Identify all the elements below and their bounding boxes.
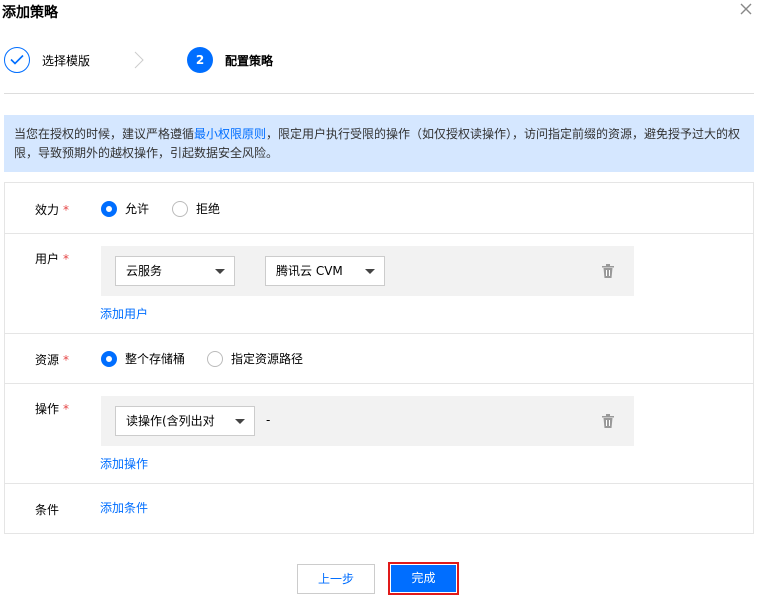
least-privilege-link[interactable]: 最小权限原则 <box>194 127 266 141</box>
action-panel: 读操作(含列出对 - <box>101 396 634 446</box>
action-dash: - <box>266 413 271 427</box>
info-notice: 当您在授权的时候，建议严格遵循最小权限原则，限定用户执行受限的操作（如仅授权读操… <box>4 115 754 172</box>
radio-deny[interactable]: 拒绝 <box>172 200 220 217</box>
add-user-link[interactable]: 添加用户 <box>100 305 148 322</box>
step-indicator: 选择模版 2 配置策略 <box>4 45 754 75</box>
chevron-down-icon <box>365 269 375 274</box>
radio-specific-path[interactable]: 指定资源路径 <box>207 350 303 367</box>
trash-icon[interactable] <box>602 414 614 428</box>
add-condition-link[interactable]: 添加条件 <box>100 499 148 516</box>
radio-dot[interactable] <box>207 350 223 367</box>
step1-label: 选择模版 <box>42 54 91 68</box>
radio-allow[interactable]: 允许 <box>101 200 149 217</box>
prev-step-button[interactable]: 上一步 <box>297 564 375 594</box>
radio-dot[interactable] <box>172 200 188 217</box>
policy-form: 效力 * 允许 拒绝 用户 * 云服务 腾讯云 CVM 添加用户 资源 * 整个… <box>4 182 754 534</box>
chevron-down-icon <box>235 419 245 424</box>
condition-label: 条件 <box>35 503 60 517</box>
user-panel: 云服务 腾讯云 CVM <box>101 246 634 296</box>
step2-label: 配置策略 <box>225 54 274 68</box>
dialog-title: 添加策略 <box>2 5 58 21</box>
check-icon <box>10 54 24 65</box>
resource-label: 资源 * <box>35 353 70 367</box>
step2-number: 2 <box>187 47 213 73</box>
condition-row: 条件 添加条件 <box>5 484 753 533</box>
chevron-down-icon <box>215 269 225 274</box>
radio-dot[interactable] <box>101 200 117 217</box>
add-action-link[interactable]: 添加操作 <box>100 455 148 472</box>
effect-label: 效力 * <box>35 203 70 217</box>
resource-row: 资源 * 整个存储桶 指定资源路径 <box>5 334 753 384</box>
user-label: 用户 * <box>35 252 70 266</box>
radio-dot[interactable] <box>101 350 117 367</box>
action-label: 操作 * <box>35 402 70 416</box>
action-row: 操作 * 读操作(含列出对 - 添加操作 <box>5 384 753 484</box>
action-select[interactable]: 读操作(含列出对 <box>115 406 255 436</box>
step-arrow-icon <box>129 50 149 70</box>
notice-prefix: 当您在授权的时候，建议严格遵循 <box>14 127 195 141</box>
trash-icon[interactable] <box>602 264 614 278</box>
radio-whole-bucket[interactable]: 整个存储桶 <box>101 350 185 367</box>
effect-row: 效力 * 允许 拒绝 <box>5 183 753 234</box>
service-select[interactable]: 腾讯云 CVM <box>265 256 385 286</box>
divider <box>4 93 754 94</box>
close-icon[interactable] <box>738 2 754 18</box>
step1-check-circle <box>4 47 30 73</box>
user-row: 用户 * 云服务 腾讯云 CVM 添加用户 <box>5 234 753 334</box>
done-button[interactable]: 完成 <box>391 565 456 592</box>
user-type-select[interactable]: 云服务 <box>115 256 235 286</box>
